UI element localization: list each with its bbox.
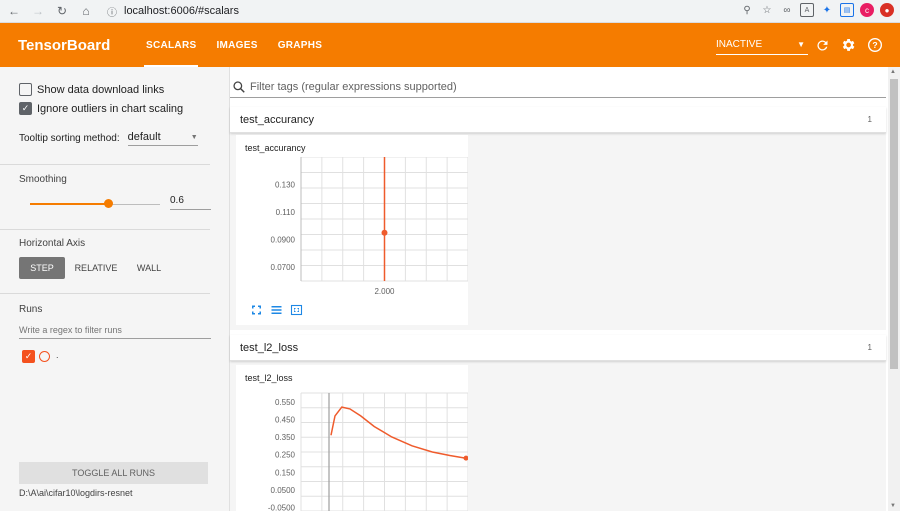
ignore-outliers-option[interactable]: ✓ Ignore outliers in chart scaling bbox=[19, 102, 183, 115]
fit-domain-icon[interactable] bbox=[290, 304, 303, 316]
link-extension-icon[interactable]: ∞ bbox=[780, 3, 794, 17]
show-download-links-checkbox[interactable] bbox=[19, 83, 32, 96]
accuracy-chart[interactable]: 0.130 0.110 0.0900 0.0700 2.000 bbox=[236, 157, 468, 317]
browser-toolbar: ← → ↻ ⌂ ⓘ localhost:6006/#scalars ⚲ ☆ ∞ … bbox=[0, 0, 900, 23]
main-panel: Filter tags (regular expressions support… bbox=[230, 67, 900, 511]
address-bar[interactable]: ⓘ localhost:6006/#scalars bbox=[106, 2, 746, 21]
profile-extension-icon[interactable]: c bbox=[860, 3, 874, 17]
divider bbox=[0, 293, 210, 294]
x-tick-label: 2.000 bbox=[374, 287, 395, 296]
dropdown-caret-icon: ▼ bbox=[797, 40, 805, 49]
logdir-path: D:\A\ai\cifar10\logdirs-resnet bbox=[19, 488, 133, 498]
forward-icon[interactable]: → bbox=[28, 1, 48, 21]
y-tick-label: -0.0500 bbox=[268, 503, 296, 511]
info-icon[interactable]: ⓘ bbox=[106, 5, 118, 19]
category-header-test-accurancy[interactable]: test_accurancy 1 bbox=[230, 107, 886, 133]
show-download-links-label: Show data download links bbox=[37, 83, 165, 96]
bird-extension-icon[interactable]: ✦ bbox=[820, 3, 834, 17]
scrollbar-thumb[interactable] bbox=[890, 79, 898, 369]
reload-icon[interactable]: ↻ bbox=[52, 1, 72, 21]
run-name: . bbox=[56, 350, 59, 360]
divider bbox=[0, 164, 210, 165]
series-line bbox=[330, 406, 467, 459]
show-download-links-option[interactable]: Show data download links bbox=[19, 83, 164, 96]
bookmark-star-icon[interactable]: ☆ bbox=[760, 3, 774, 17]
status-select[interactable]: INACTIVE ▼ bbox=[716, 35, 808, 55]
back-icon[interactable]: ← bbox=[4, 1, 24, 21]
category-count: 1 bbox=[867, 115, 872, 124]
address-text: localhost:6006/#scalars bbox=[124, 5, 239, 17]
divider bbox=[0, 229, 210, 230]
scalar-card: test_l2_loss 0.550 0.450 0.350 0.250 0.150 0.… bbox=[236, 365, 468, 511]
smoothing-label: Smoothing bbox=[19, 174, 67, 185]
horizontal-axis-label: Horizontal Axis bbox=[19, 238, 86, 249]
status-select-value: INACTIVE bbox=[716, 39, 763, 50]
y-tick-label: 0.110 bbox=[276, 208, 296, 217]
scroll-down-icon[interactable]: ▼ bbox=[890, 503, 896, 509]
y-tick-label: 0.150 bbox=[275, 468, 296, 477]
expand-icon[interactable] bbox=[250, 304, 263, 316]
scalar-card: test_accurancy 0.130 0.110 0.0900 0.0700 2.0… bbox=[236, 135, 468, 325]
tab-images[interactable]: IMAGES bbox=[206, 23, 267, 67]
smoothing-input[interactable]: 0.6 bbox=[170, 195, 211, 210]
y-tick-label: 0.0500 bbox=[271, 486, 296, 495]
y-tick-label: 0.550 bbox=[275, 398, 296, 407]
tag-filter-placeholder: Filter tags (regular expressions support… bbox=[250, 80, 457, 93]
page-scrollbar[interactable]: ▲ ▼ bbox=[888, 67, 900, 511]
refresh-icon[interactable] bbox=[813, 36, 831, 54]
y-tick-label: 0.0700 bbox=[271, 263, 296, 272]
category-name: test_accurancy bbox=[240, 113, 314, 126]
runs-label: Runs bbox=[19, 304, 43, 315]
data-point bbox=[463, 455, 468, 461]
tab-scalars[interactable]: SCALARS bbox=[136, 23, 206, 67]
tooltip-sort-row: Tooltip sorting method: default ▼ bbox=[19, 131, 198, 146]
y-tick-label: 0.0900 bbox=[271, 236, 296, 245]
scroll-up-icon[interactable]: ▲ bbox=[890, 69, 896, 75]
y-tick-label: 0.250 bbox=[275, 451, 296, 460]
app-bar: TensorBoard SCALARS IMAGES GRAPHS INACTI… bbox=[0, 23, 900, 67]
toggle-all-runs-button[interactable]: TOGGLE ALL RUNS bbox=[19, 462, 208, 484]
y-tick-label: 0.450 bbox=[275, 415, 296, 424]
smoothing-slider-handle[interactable] bbox=[104, 199, 113, 208]
category-count: 1 bbox=[867, 343, 872, 352]
axis-step-button[interactable]: STEP bbox=[19, 257, 65, 279]
svg-text:?: ? bbox=[872, 40, 877, 50]
ignore-outliers-checkbox[interactable]: ✓ bbox=[19, 102, 32, 115]
dropdown-caret-icon: ▼ bbox=[190, 133, 198, 141]
zoom-icon[interactable]: ⚲ bbox=[740, 3, 754, 17]
tab-graphs[interactable]: GRAPHS bbox=[268, 23, 333, 67]
axis-wall-button[interactable]: WALL bbox=[127, 257, 171, 279]
run-checkbox[interactable]: ✓ bbox=[22, 350, 35, 363]
help-icon[interactable]: ? bbox=[866, 36, 884, 54]
app-title: TensorBoard bbox=[18, 36, 111, 54]
runs-filter-input[interactable]: Write a regex to filter runs bbox=[19, 325, 211, 339]
data-point bbox=[381, 229, 388, 236]
search-icon bbox=[233, 80, 245, 93]
y-tick-label: 0.350 bbox=[275, 433, 296, 442]
list-lines-icon[interactable] bbox=[270, 304, 283, 316]
l2-loss-chart[interactable]: 0.550 0.450 0.350 0.250 0.150 0.0500 -0.0500 bbox=[236, 387, 468, 511]
category-name: test_l2_loss bbox=[240, 341, 299, 354]
translate-extension-icon[interactable]: ▤ bbox=[840, 3, 854, 17]
tooltip-sort-label: Tooltip sorting method: bbox=[19, 133, 120, 144]
card-title: test_l2_loss bbox=[245, 373, 293, 383]
axis-relative-button[interactable]: RELATIVE bbox=[70, 257, 122, 279]
sidebar: Show data download links ✓ Ignore outlie… bbox=[0, 67, 230, 511]
tag-filter-input[interactable]: Filter tags (regular expressions support… bbox=[230, 76, 886, 98]
y-tick-label: 0.130 bbox=[275, 181, 296, 190]
smoothing-slider-fill bbox=[30, 203, 108, 205]
tooltip-sort-select[interactable]: default ▼ bbox=[127, 131, 198, 146]
home-icon[interactable]: ⌂ bbox=[76, 1, 96, 21]
ignore-outliers-label: Ignore outliers in chart scaling bbox=[37, 102, 184, 115]
tooltip-sort-value: default bbox=[127, 131, 161, 143]
card-title: test_accurancy bbox=[245, 143, 306, 153]
record-extension-icon[interactable]: ● bbox=[880, 3, 894, 17]
run-color-radio[interactable] bbox=[39, 351, 50, 362]
category-header-test-l2-loss[interactable]: test_l2_loss 1 bbox=[230, 335, 886, 361]
pdf-extension-icon[interactable]: A bbox=[800, 3, 814, 17]
settings-gear-icon[interactable] bbox=[839, 36, 857, 54]
